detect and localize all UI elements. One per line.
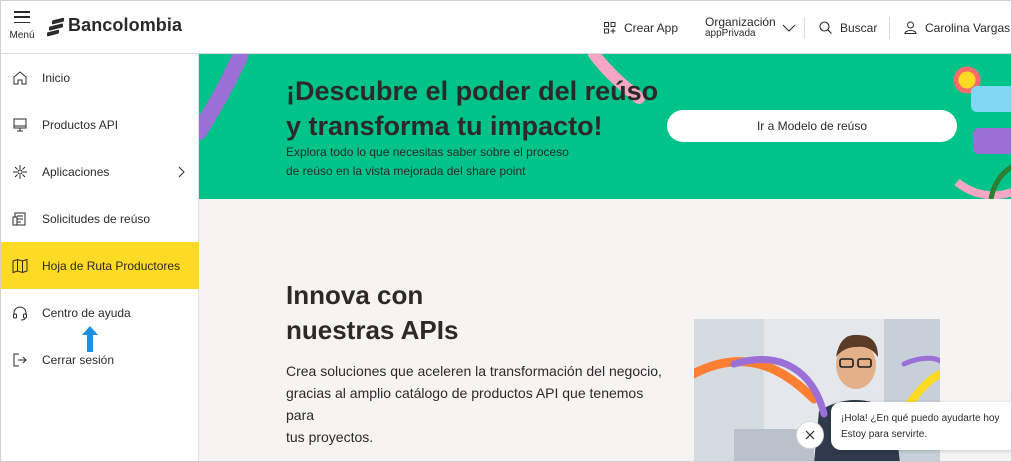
apps-icon: [11, 163, 29, 181]
banner-title: ¡Descubre el poder del reúso y transforma…: [286, 76, 659, 141]
top-header: Menú Bancolombia Crear App Organización …: [1, 1, 1011, 54]
menu-button[interactable]: Menú: [7, 7, 37, 47]
user-name: Carolina Vargas Ja: [925, 20, 1011, 35]
sidebar: Inicio Productos API Aplicaciones Solici…: [1, 54, 199, 461]
crear-app-button[interactable]: Crear App: [604, 1, 678, 54]
organization-selector[interactable]: Organización appPrivada: [705, 1, 796, 54]
sidebar-item-centro-de-ayuda[interactable]: Centro de ayuda: [1, 289, 199, 336]
map-icon: [11, 257, 29, 275]
chevron-down-icon: [782, 24, 796, 32]
headset-icon: [11, 304, 29, 322]
user-menu[interactable]: Carolina Vargas Ja: [904, 1, 1011, 54]
sidebar-item-label: Productos API: [42, 117, 119, 132]
sidebar-item-label: Centro de ayuda: [42, 305, 131, 320]
modelo-reuso-button[interactable]: Ir a Modelo de reúso: [667, 110, 957, 142]
crear-app-label: Crear App: [624, 20, 679, 35]
home-icon: [11, 69, 29, 87]
user-icon: [904, 21, 917, 34]
chat-greeting-line: Estoy para servirte.: [841, 429, 928, 440]
sidebar-item-label: Solicitudes de reúso: [42, 211, 151, 226]
sidebar-item-solicitudes[interactable]: Solicitudes de reúso: [1, 195, 199, 242]
sidebar-item-label: Aplicaciones: [42, 164, 110, 179]
search-label: Buscar: [840, 20, 878, 35]
sidebar-item-label: Cerrar sesión: [42, 352, 115, 367]
chat-greeting-line: ¡Hola! ¿En qué puedo ayudarte hoy: [841, 413, 1000, 424]
banner-description: Explora todo lo que necesitas saber sobr…: [286, 145, 569, 178]
sidebar-item-productos-api[interactable]: Productos API: [1, 101, 199, 148]
chat-close-button[interactable]: [796, 421, 824, 449]
org-label: Organización: [705, 14, 776, 29]
header-divider: [889, 17, 890, 39]
logout-icon: [11, 351, 29, 369]
header-divider: [804, 17, 805, 39]
close-icon: [805, 430, 815, 440]
sidebar-item-label: Inicio: [42, 70, 71, 85]
search-button[interactable]: Buscar: [819, 1, 877, 54]
sidebar-item-cerrar-sesion[interactable]: Cerrar sesión: [1, 336, 199, 383]
org-value: appPrivada: [705, 27, 756, 39]
main-content: ¡Descubre el poder del reúso y transforma…: [199, 54, 1011, 461]
app-plus-icon: [604, 21, 616, 33]
hamburger-icon: [14, 11, 30, 23]
request-icon: [11, 210, 29, 228]
sidebar-item-inicio[interactable]: Inicio: [1, 54, 199, 101]
reuse-banner: ¡Descubre el poder del reúso y transforma…: [199, 54, 1011, 199]
app-window: Menú Bancolombia Crear App Organización …: [0, 0, 1012, 462]
sidebar-item-label: Hoja de Ruta Productores: [42, 258, 181, 273]
bancolombia-logo[interactable]: Bancolombia: [47, 15, 182, 36]
sidebar-item-hoja-de-ruta[interactable]: Hoja de Ruta Productores: [1, 242, 199, 289]
monitor-icon: [11, 116, 29, 134]
arrow-up-icon: [82, 326, 98, 352]
innova-description: Crea soluciones que aceleren la transfor…: [286, 363, 662, 445]
brand-name: Bancolombia: [68, 15, 183, 35]
menu-label: Menú: [9, 30, 35, 41]
chat-greeting-bubble[interactable]: ¡Hola! ¿En qué puedo ayudarte hoy Estoy …: [831, 402, 1011, 450]
chevron-right-icon: [178, 166, 185, 177]
sidebar-item-aplicaciones[interactable]: Aplicaciones: [1, 148, 199, 195]
bancolombia-mark-icon: [47, 17, 65, 36]
innova-title: Innova con nuestras APIs: [286, 280, 459, 345]
search-icon: [819, 21, 832, 34]
